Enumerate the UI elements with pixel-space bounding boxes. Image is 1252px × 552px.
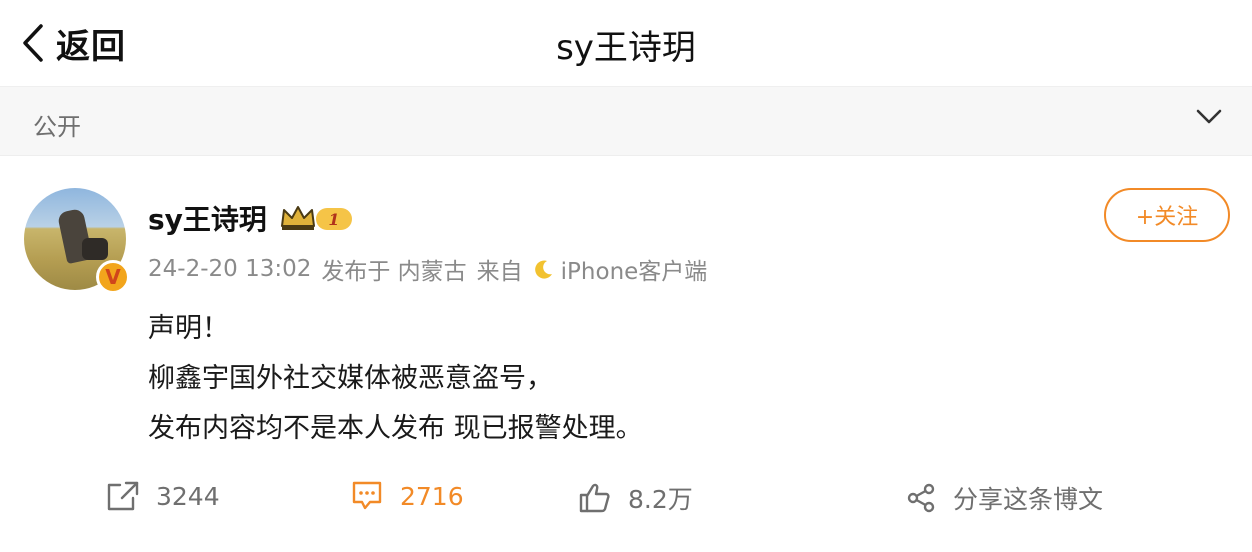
- action-bar: 3244 2716 8.2万 分享这条博文: [0, 474, 1252, 524]
- comment-icon: [352, 481, 382, 510]
- content-line: 发布内容均不是本人发布 现已报警处理。: [148, 413, 643, 444]
- thumbs-up-icon: [579, 483, 610, 513]
- content-line: 柳鑫宇国外社交媒体被恶意盗号，: [148, 363, 553, 394]
- verified-badge: V: [96, 260, 130, 294]
- repost-count: 3244: [156, 481, 220, 511]
- share-button[interactable]: 分享这条博文: [905, 480, 1103, 516]
- member-level: 1: [328, 210, 339, 229]
- comment-button[interactable]: 2716: [350, 480, 464, 512]
- post-client[interactable]: iPhone客户端: [561, 252, 708, 286]
- moon-icon: [533, 258, 555, 280]
- share-icon: [907, 483, 935, 513]
- post-from-label: 来自: [476, 259, 523, 285]
- content-line: 声明！: [148, 313, 229, 344]
- post-card: V sy王诗玥 1 24-2-20 13:02 发布于 内蒙古 来自 iPhon…: [0, 156, 1252, 552]
- visibility-bar[interactable]: 公开: [0, 87, 1252, 156]
- like-button[interactable]: 8.2万: [578, 480, 693, 516]
- follow-button[interactable]: +关注: [1104, 188, 1230, 242]
- page-title: sy王诗玥: [556, 28, 696, 68]
- comment-count: 2716: [400, 481, 464, 511]
- visibility-label: 公开: [33, 113, 81, 141]
- repost-button[interactable]: 3244: [106, 480, 220, 512]
- share-label: 分享这条博文: [953, 485, 1104, 514]
- post-location: 发布于 内蒙古: [321, 259, 467, 285]
- repost-icon: [107, 481, 139, 511]
- chevron-down-icon[interactable]: [1196, 109, 1222, 125]
- post-meta: 24-2-20 13:02 发布于 内蒙古 来自 iPhone客户端: [148, 252, 707, 286]
- like-count: 8.2万: [628, 485, 693, 514]
- post-content: 声明！ 柳鑫宇国外社交媒体被恶意盗号， 发布内容均不是本人发布 现已报警处理。: [148, 304, 643, 454]
- top-bar: 返回 sy王诗玥: [0, 0, 1252, 87]
- post-datetime: 24-2-20 13:02: [148, 256, 312, 282]
- username[interactable]: sy王诗玥: [148, 198, 267, 238]
- avatar-chair: [82, 238, 108, 260]
- member-crown-icon[interactable]: 1: [280, 204, 356, 232]
